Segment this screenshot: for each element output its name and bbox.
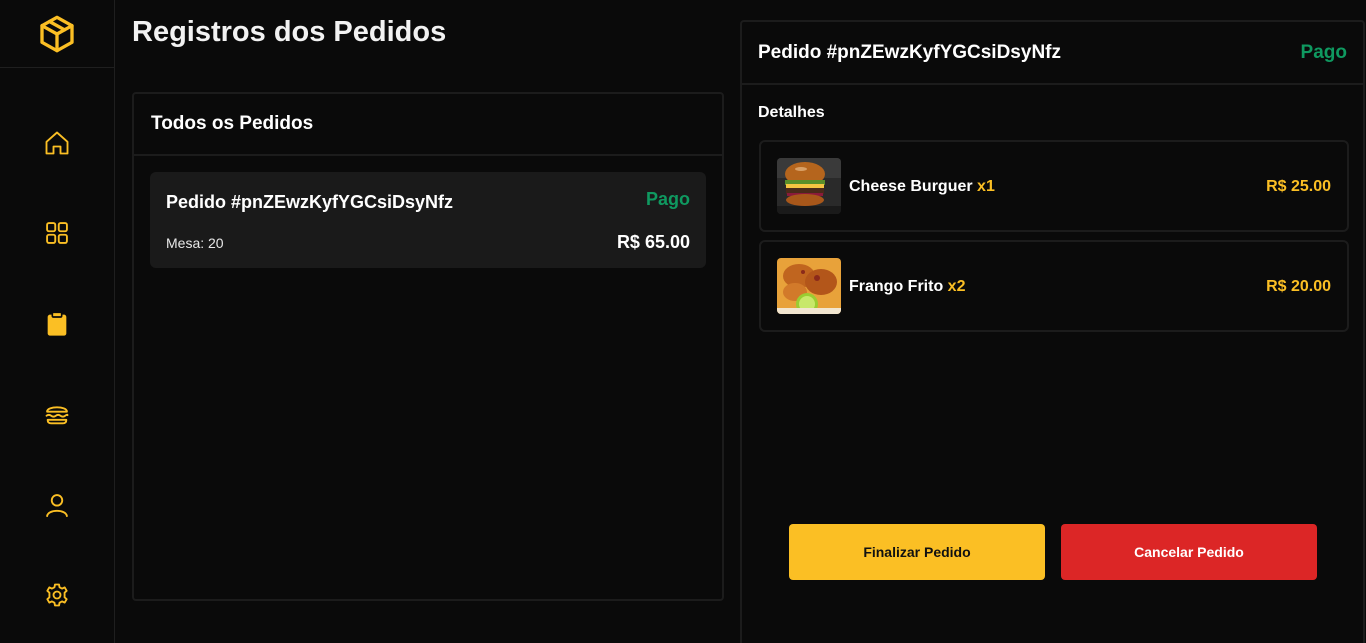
burger-icon [45,406,69,425]
fried-chicken-photo [777,258,841,314]
burger-photo [777,158,841,214]
home-icon [45,131,69,155]
finish-order-button[interactable]: Finalizar Pedido [789,524,1045,580]
detail-status-badge: Pago [1300,42,1347,63]
orders-panel: Todos os Pedidos Pedido #pnZEwzKyfYGCsiD… [132,92,724,601]
order-title: Pedido #pnZEwzKyfYGCsiDsyNfz [166,192,454,212]
order-table-number: Mesa: 20 [166,235,224,251]
order-status-badge: Pago [645,189,690,209]
item-price: R$ 25.00 [1266,178,1331,195]
order-item: Frango Frito x2 R$ 20.00 [759,240,1349,332]
orders-panel-title: Todos os Pedidos [134,94,722,156]
item-price: R$ 20.00 [1266,278,1331,295]
detail-header: Pedido #pnZEwzKyfYGCsiDsyNfz Pago [742,22,1363,85]
sidebar-item-dashboard[interactable] [0,208,114,258]
item-quantity: x1 [977,178,995,195]
item-name: Frango Frito x2 [849,278,966,295]
page-title: Registros dos Pedidos [132,16,447,48]
user-icon [46,494,68,518]
logo [0,0,114,68]
box-icon [40,15,74,52]
item-quantity: x2 [947,278,966,295]
clipboard-icon [47,311,67,336]
order-detail-panel: Pedido #pnZEwzKyfYGCsiDsyNfz Pago Detalh… [740,20,1365,643]
order-total: R$ 65.00 [616,232,690,252]
sidebar-item-profile[interactable] [0,480,114,530]
sidebar [0,0,115,643]
sidebar-item-home[interactable] [0,118,114,168]
details-section-label: Detalhes [758,104,825,121]
sidebar-item-menu[interactable] [0,389,114,439]
gear-icon [46,583,68,607]
order-item: Cheese Burguer x1 R$ 25.00 [759,140,1349,232]
cancel-order-button[interactable]: Cancelar Pedido [1061,524,1317,580]
sidebar-item-orders[interactable] [0,299,114,349]
detail-order-title: Pedido #pnZEwzKyfYGCsiDsyNfz [758,42,1061,63]
order-card[interactable]: Pedido #pnZEwzKyfYGCsiDsyNfz Pago Mesa: … [150,172,706,268]
grid-icon [46,222,68,244]
sidebar-item-settings[interactable] [0,570,114,620]
item-name: Cheese Burguer x1 [849,178,995,195]
